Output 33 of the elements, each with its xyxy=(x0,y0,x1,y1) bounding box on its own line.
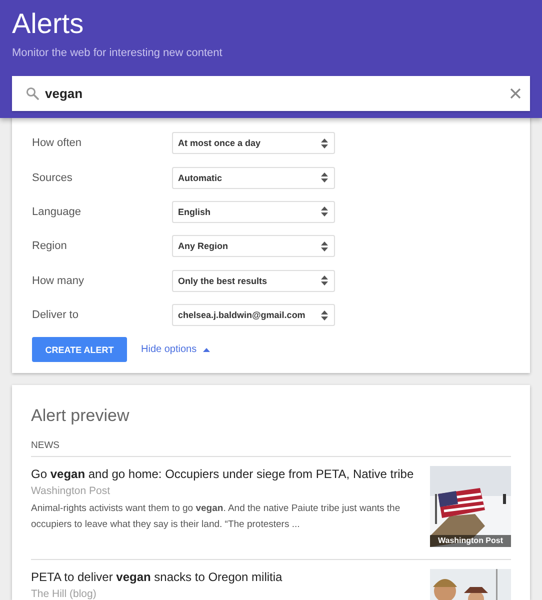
dropdown[interactable]: English xyxy=(172,200,335,223)
sort-arrows-icon xyxy=(321,240,328,252)
option-label: Language xyxy=(32,206,82,218)
sort-arrows-icon xyxy=(321,310,328,321)
dropdown[interactable]: At most once a day xyxy=(172,132,335,154)
dropdown[interactable]: chelsea.j.baldwin@gmail.com xyxy=(172,304,335,326)
category-label: NEWS xyxy=(31,440,511,458)
search-field[interactable]: vegan xyxy=(12,76,530,111)
dropdown[interactable]: Any Region xyxy=(172,235,335,258)
dropdown[interactable]: Automatic xyxy=(172,166,335,189)
sort-arrows-icon xyxy=(321,138,328,149)
article-title[interactable]: Go vegan and go home: Occupiers under siege from PETA, Native tribe xyxy=(31,466,418,482)
close-icon[interactable] xyxy=(510,88,521,99)
option-label: How often xyxy=(32,137,83,150)
page-title: Alerts xyxy=(12,8,84,40)
option-label: Region xyxy=(32,240,68,252)
article-source: The Hill (blog) xyxy=(31,587,98,600)
article-title[interactable]: PETA to deliver vegan snacks to Oregon militia xyxy=(31,569,418,586)
article-snippet: Animal-rights activists want them to go vegan. And the native Paiute tribe just wants the occupiers to leave what they say is their land. “The protesters ... xyxy=(31,502,402,532)
option-label: Deliver to xyxy=(32,309,80,322)
option-label: How many xyxy=(32,274,85,287)
search-icon xyxy=(26,87,39,100)
create-alert-button[interactable]: CREATE ALERT xyxy=(32,337,127,362)
sort-arrows-icon xyxy=(321,275,328,286)
hide-options-link[interactable]: Hide options xyxy=(141,344,210,356)
sort-arrows-icon xyxy=(321,172,328,184)
option-label: Sources xyxy=(32,172,74,184)
image-caption: Washington Post xyxy=(430,535,511,548)
dropdown[interactable]: Only the best results xyxy=(172,270,335,292)
sort-arrows-icon xyxy=(321,206,328,218)
article-source: Washington Post xyxy=(31,484,111,500)
page-subtitle: Monitor the web for interesting new content xyxy=(12,46,222,60)
section-heading: Alert preview xyxy=(31,405,130,428)
